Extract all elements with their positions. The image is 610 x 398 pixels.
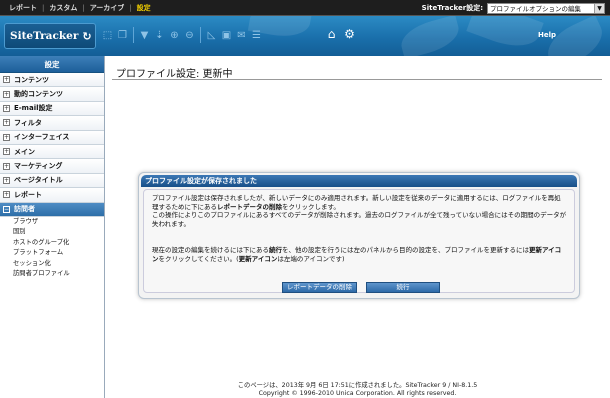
dialog-text-bold: 更新アイコン	[238, 254, 278, 263]
dialog-text-bold: 更新アイコ	[529, 246, 562, 254]
chevron-down-icon[interactable]: ▼	[594, 3, 604, 13]
dialog-text: 理するために下にある	[152, 202, 217, 211]
nav-reports[interactable]: レポート	[4, 3, 42, 13]
sidebar-item-label: コンテンツ	[14, 75, 49, 84]
expand-icon[interactable]: +	[3, 162, 10, 170]
refresh-icon[interactable]: ↻	[82, 30, 91, 43]
nav-settings[interactable]: 設定	[132, 3, 156, 13]
sidebar-item-label: レポート	[14, 190, 42, 199]
dialog-text: 理するために下にあるレポートデータの削除をクリックします。	[152, 203, 577, 212]
footer: このページは、2013年 9月 6日 17:51に作成されました。SiteTra…	[105, 382, 610, 398]
expand-icon[interactable]: +	[3, 119, 10, 127]
sidebar-title: 設定	[0, 56, 104, 73]
sidebar-item-email[interactable]: + E-mail設定	[0, 101, 104, 117]
dialog-text: 現在の設定の編集を続けるには下にある続行を、他の設定を行うには左のパネルから目的…	[152, 246, 577, 255]
home-icon[interactable]: ⌂	[324, 26, 339, 42]
expand-icon[interactable]: +	[3, 191, 10, 199]
expand-icon[interactable]: +	[3, 90, 10, 98]
sidebar-item-marketing[interactable]: + マーケティング	[0, 159, 104, 174]
dialog-text: 失われます。	[152, 219, 191, 228]
dialog-header: プロファイル設定が保存されました	[141, 175, 577, 187]
sidebar-item-label: 動的コンテンツ	[14, 90, 63, 99]
sidebar-item-report[interactable]: + レポート	[0, 188, 104, 203]
footer-generated: このページは、2013年 9月 6日 17:51に作成されました。SiteTra…	[237, 382, 478, 389]
settings-selector: SiteTracker設定: プロファイルオプションの編集 ▼	[422, 2, 605, 14]
collapse-icon[interactable]: −	[3, 205, 10, 213]
dialog-text: プロファイル設定は保存されましたが、新しいデータにのみ適用されます。新しい設定を…	[152, 194, 561, 202]
sidebar-subitem-country[interactable]: 国別	[0, 227, 104, 238]
footer-copyright: Copyright © 1996-2010 Unica Corporation.…	[258, 390, 457, 397]
settings-select-value: プロファイルオプションの編集	[490, 5, 581, 13]
settings-label: SiteTracker設定:	[421, 4, 483, 12]
top-nav: レポート | カスタム | アーカイブ | 設定	[4, 0, 156, 16]
toolbar: ⬚ ❐ ▼ ⇣ ⊕ ⊖ ◺ ▣ ✉ ☰	[100, 27, 264, 43]
sidebar-item-page-title[interactable]: + ページタイトル	[0, 173, 104, 189]
list-icon[interactable]: ☰	[249, 27, 264, 43]
save-icon[interactable]: ▣	[219, 27, 234, 43]
expand-icon[interactable]: +	[3, 133, 10, 141]
chart-icon[interactable]: ◺	[204, 27, 219, 43]
gear-icon[interactable]: ⚙	[342, 26, 357, 42]
sidebar-subitem-platform[interactable]: プラットフォーム	[0, 248, 104, 259]
select-icon[interactable]: ⬚	[100, 27, 115, 43]
header-banner: SiteTracker ↻ ⬚ ❐ ▼ ⇣ ⊕ ⊖ ◺ ▣ ✉ ☰ ⌂ ⚙ He…	[0, 16, 610, 56]
dialog-text: は左端のアイコンです)	[277, 254, 345, 263]
sidebar-item-visitors[interactable]: − 訪問者	[0, 202, 104, 217]
dialog-text-bold: 続行	[269, 246, 282, 254]
dialog-message-2: 現在の設定の編集を続けるには下にある続行を、他の設定を行うには左のパネルから目的…	[152, 246, 577, 263]
main-content: プロファイル設定: 更新中 プロファイル設定が保存されました プロファイル設定は…	[105, 56, 610, 398]
expand-icon[interactable]: +	[3, 76, 10, 84]
sidebar-item-interface[interactable]: + インターフェイス	[0, 130, 104, 145]
dialog-message-1: プロファイル設定は保存されましたが、新しいデータにのみ適用されます。新しい設定を…	[152, 194, 577, 228]
sidebar-item-label: 訪問者	[14, 205, 35, 214]
sitetracker-logo: SiteTracker ↻	[4, 23, 96, 49]
expand-icon[interactable]: +	[3, 176, 10, 184]
expand-icon[interactable]: +	[3, 104, 10, 112]
filter-icon[interactable]: ▼	[137, 27, 152, 43]
sidebar-subitem-host-grouping[interactable]: ホストのグループ化	[0, 238, 104, 249]
sidebar-item-content[interactable]: + コンテンツ	[0, 73, 104, 88]
sidebar-item-label: フィルタ	[14, 118, 42, 127]
sidebar-item-dynamic-content[interactable]: + 動的コンテンツ	[0, 87, 104, 102]
sidebar-item-label: E-mail設定	[14, 104, 53, 113]
page-title: プロファイル設定: 更新中	[116, 69, 233, 80]
nav-archive[interactable]: アーカイブ	[85, 3, 130, 13]
dialog-title: プロファイル設定が保存されました	[145, 177, 257, 185]
sidebar-subitem-browser[interactable]: ブラウザ	[0, 217, 104, 228]
email-icon[interactable]: ✉	[234, 27, 249, 43]
home-settings-group: ⌂ ⚙	[324, 26, 357, 42]
copy-icon[interactable]: ❐	[115, 27, 130, 43]
dialog-text: 現在の設定の編集を続けるには下にある	[152, 246, 269, 254]
filter-down-icon[interactable]: ⇣	[152, 27, 167, 43]
sidebar-subitem-sessionization[interactable]: セッション化	[0, 259, 104, 270]
dialog-text: この操作によりこのプロファイルにあるすべてのデータが削除されます。過去のログファ…	[152, 211, 567, 220]
dialog-text: をクリックしてください。(	[158, 254, 239, 263]
dialog-text: ンをクリックしてください。(更新アイコンは左端のアイコンです)	[152, 255, 577, 264]
dialog-text: を、他の設定を行うには左のパネルから目的の設定を、プロファイルを更新するには	[282, 246, 529, 254]
dialog-body: プロファイル設定は保存されましたが、新しいデータにのみ適用されます。新しい設定を…	[143, 189, 575, 293]
help-link[interactable]: Help	[538, 31, 556, 39]
sidebar-item-label: マーケティング	[14, 162, 63, 171]
sidebar-item-label: メイン	[14, 147, 35, 156]
continue-button[interactable]: 続行	[366, 282, 440, 293]
sidebar-item-label: インターフェイス	[14, 133, 70, 142]
zoom-in-icon[interactable]: ⊕	[167, 27, 182, 43]
profile-saved-dialog: プロファイル設定が保存されました プロファイル設定は保存されましたが、新しいデー…	[138, 172, 580, 299]
dialog-text-bold: レポートデータの削除	[217, 202, 282, 211]
dialog-text: をクリックします。	[282, 202, 340, 211]
sidebar: 設定 + コンテンツ + 動的コンテンツ + E-mail設定 + フィルタ + インター…	[0, 56, 105, 398]
logo-text: SiteTracker	[10, 30, 79, 42]
expand-icon[interactable]: +	[3, 148, 10, 156]
settings-select[interactable]: プロファイルオプションの編集 ▼	[487, 2, 605, 14]
zoom-out-icon[interactable]: ⊖	[182, 27, 197, 43]
sidebar-subitem-visitor-profile[interactable]: 訪問者プロファイル	[0, 269, 104, 280]
sidebar-item-label: ページタイトル	[14, 176, 63, 185]
delete-report-data-button[interactable]: レポートデータの削除	[282, 282, 357, 293]
sidebar-item-main[interactable]: + メイン	[0, 144, 104, 160]
title-divider	[112, 79, 602, 80]
nav-custom[interactable]: カスタム	[44, 3, 82, 13]
sidebar-item-filter[interactable]: + フィルタ	[0, 116, 104, 131]
top-nav-bar: レポート | カスタム | アーカイブ | 設定 SiteTracker設定: …	[0, 0, 610, 16]
